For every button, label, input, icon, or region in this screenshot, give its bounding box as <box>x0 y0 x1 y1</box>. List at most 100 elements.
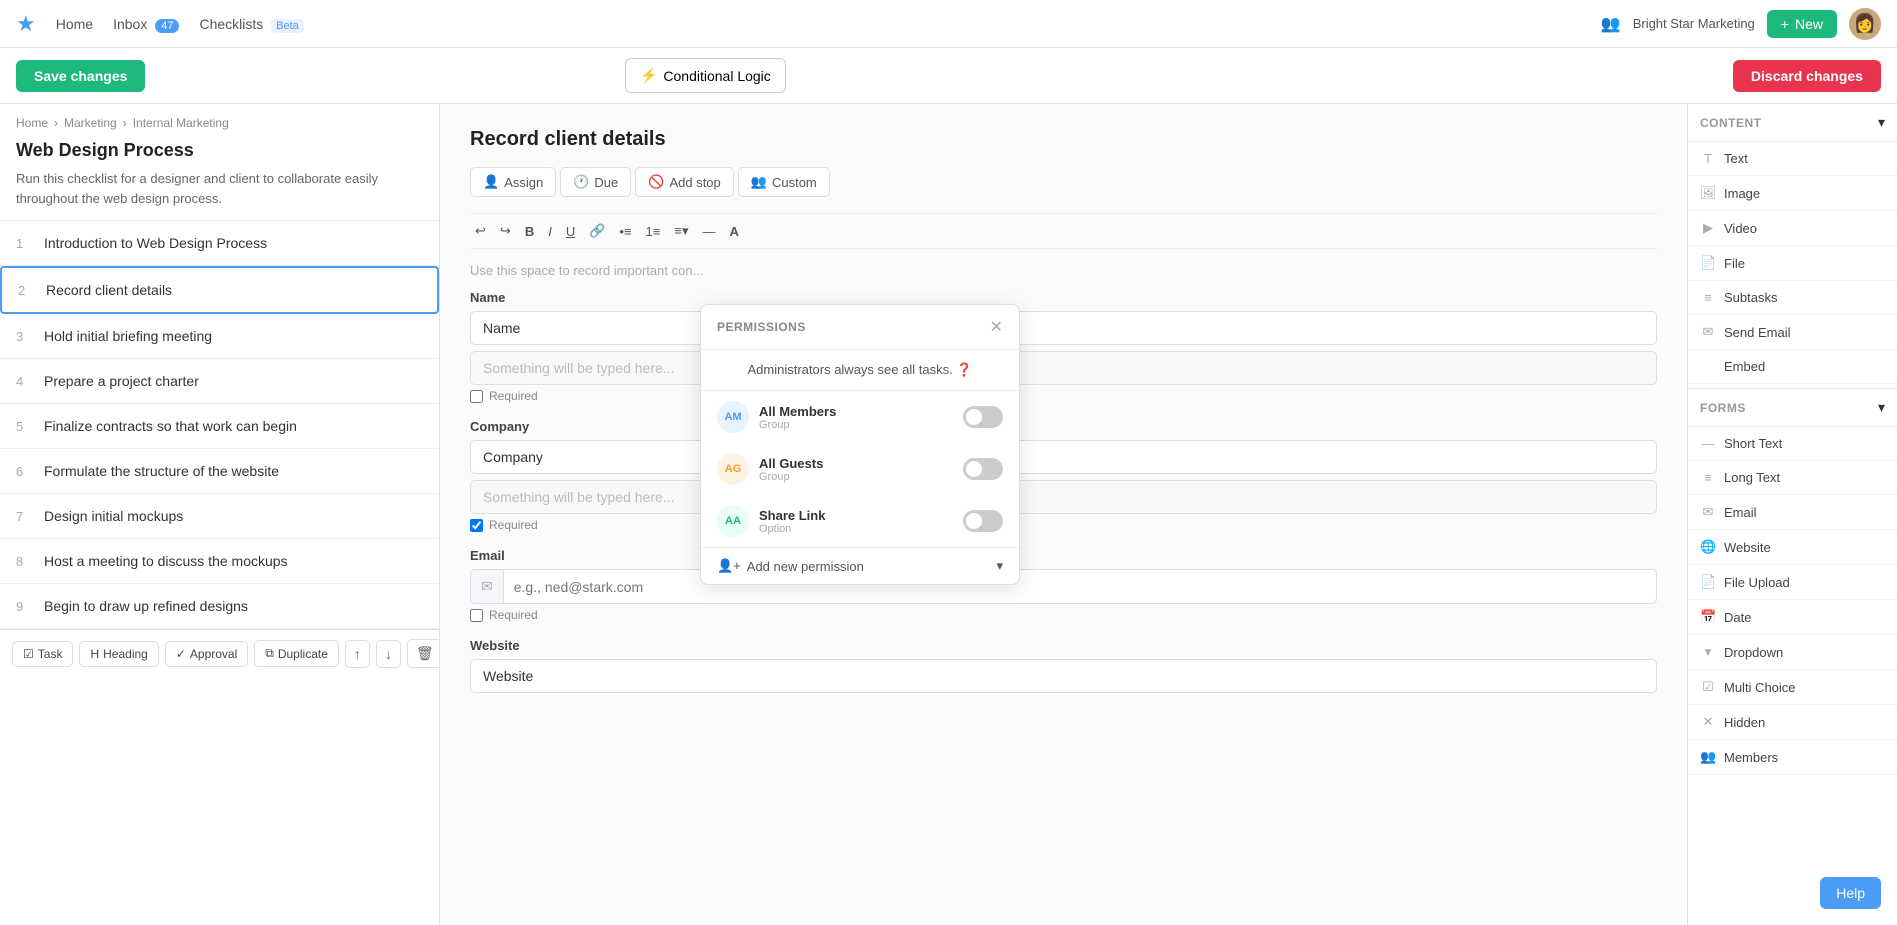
help-button[interactable]: Help <box>1820 877 1881 909</box>
approval-button[interactable]: ✓ Approval <box>165 641 248 667</box>
format-btn[interactable]: A <box>725 221 744 242</box>
chevron-down-icon: ▾ <box>996 558 1003 574</box>
align-btn[interactable]: ≡▾ <box>669 220 693 242</box>
toolbar: Save changes ⚡ Conditional Logic Discard… <box>0 48 1897 104</box>
task-row[interactable]: 6Formulate the structure of the website <box>0 449 439 494</box>
assign-button[interactable]: 👤 Assign <box>470 167 556 197</box>
stop-icon: 🚫 <box>648 174 664 190</box>
form-item-members[interactable]: 👥Members <box>1688 740 1897 775</box>
task-list: 1Introduction to Web Design Process2Reco… <box>0 220 439 629</box>
numbered-btn[interactable]: 1≡ <box>641 221 666 242</box>
content-item-subtasks[interactable]: ≡Subtasks <box>1688 281 1897 315</box>
move-up-button[interactable]: ↑ <box>345 640 370 668</box>
content-item-text[interactable]: TText <box>1688 142 1897 176</box>
form-item-short-text[interactable]: —Short Text <box>1688 427 1897 461</box>
task-row[interactable]: 3Hold initial briefing meeting <box>0 314 439 359</box>
add-permission-button[interactable]: 👤+ Add new permission ▾ <box>701 547 1019 584</box>
form-item-hidden[interactable]: ✕Hidden <box>1688 705 1897 740</box>
field-label: Email <box>470 548 1657 563</box>
chevron-down-icon2: ▾ <box>1878 399 1885 416</box>
move-down-button[interactable]: ↓ <box>376 640 401 668</box>
required-checkbox[interactable] <box>470 609 483 622</box>
task-text: Formulate the structure of the website <box>44 463 279 479</box>
link-btn[interactable]: 🔗 <box>584 220 610 242</box>
forms-section-header[interactable]: FORMS ▾ <box>1688 388 1897 427</box>
hr-btn[interactable]: — <box>698 221 721 242</box>
form-item-label: Email <box>1724 505 1757 520</box>
form-item-long-text[interactable]: ≡Long Text <box>1688 461 1897 495</box>
discard-button[interactable]: Discard changes <box>1733 60 1881 92</box>
form-item-file-upload[interactable]: 📄File Upload <box>1688 565 1897 600</box>
perm-name: Share Link <box>759 508 953 523</box>
task-row[interactable]: 8Host a meeting to discuss the mockups <box>0 539 439 584</box>
form-item-email[interactable]: ✉Email <box>1688 495 1897 530</box>
content-item-file[interactable]: 📄File <box>1688 246 1897 281</box>
permission-toggle[interactable] <box>963 406 1003 428</box>
bullet-btn[interactable]: •≡ <box>614 221 636 242</box>
field-email: Email ✉ Required <box>470 548 1657 622</box>
conditional-logic-button[interactable]: ⚡ Conditional Logic <box>625 58 786 93</box>
italic-btn[interactable]: I <box>543 221 557 242</box>
task-row[interactable]: 1Introduction to Web Design Process <box>0 221 439 266</box>
info-help-icon[interactable]: ❓ <box>956 362 972 377</box>
duplicate-button[interactable]: ⧉ Duplicate <box>254 640 339 667</box>
breadcrumb-internal[interactable]: Internal Marketing <box>133 116 229 130</box>
required-checkbox[interactable] <box>470 390 483 403</box>
content-item-image[interactable]: 🖼Image <box>1688 176 1897 211</box>
content-item-send-email[interactable]: ✉Send Email <box>1688 315 1897 350</box>
form-item-date[interactable]: 📅Date <box>1688 600 1897 635</box>
modal-info: Administrators always see all tasks. ❓ <box>701 350 1019 391</box>
custom-icon: 👥 <box>751 174 767 190</box>
add-perm-label: 👤+ Add new permission <box>717 558 864 574</box>
task-number: 3 <box>16 329 32 344</box>
nav-inbox[interactable]: Inbox 47 <box>113 16 179 32</box>
bold-btn[interactable]: B <box>520 221 539 242</box>
heading-button[interactable]: H Heading <box>79 641 158 667</box>
perm-sub: Group <box>759 471 953 483</box>
content-item-label: Send Email <box>1724 325 1790 340</box>
task-button[interactable]: ☑ Task <box>12 641 73 667</box>
nav-checklists[interactable]: Checklists Beta <box>199 16 303 32</box>
task-number: 7 <box>16 509 32 524</box>
star-icon: ★ <box>16 11 36 37</box>
modal-header: PERMISSIONS ✕ <box>701 305 1019 350</box>
task-row[interactable]: 5Finalize contracts so that work can beg… <box>0 404 439 449</box>
email-input[interactable] <box>504 571 1656 603</box>
redo-btn[interactable]: ↪ <box>495 220 516 242</box>
task-row[interactable]: 2Record client details <box>0 266 439 314</box>
breadcrumb-home[interactable]: Home <box>16 116 48 130</box>
field-placeholder[interactable]: Something will be typed here... <box>470 351 1657 385</box>
content-item-icon: 📄 <box>1700 255 1716 271</box>
form-item-website[interactable]: 🌐Website <box>1688 530 1897 565</box>
form-item-dropdown[interactable]: ▾Dropdown <box>1688 635 1897 670</box>
form-item-multi-choice[interactable]: ☑Multi Choice <box>1688 670 1897 705</box>
undo-btn[interactable]: ↩ <box>470 220 491 242</box>
save-button[interactable]: Save changes <box>16 60 145 92</box>
task-row[interactable]: 9Begin to draw up refined designs <box>0 584 439 629</box>
breadcrumb-sep1: › <box>54 116 58 130</box>
breadcrumb-marketing[interactable]: Marketing <box>64 116 117 130</box>
field-placeholder[interactable]: Something will be typed here... <box>470 480 1657 514</box>
modal-close-button[interactable]: ✕ <box>990 317 1003 337</box>
left-panel: Home › Marketing › Internal Marketing We… <box>0 104 440 925</box>
permission-toggle[interactable] <box>963 458 1003 480</box>
custom-button[interactable]: 👥 Custom <box>738 167 830 197</box>
add-stop-button[interactable]: 🚫 Add stop <box>635 167 734 197</box>
permission-toggle[interactable] <box>963 510 1003 532</box>
delete-button[interactable]: 🗑 <box>407 639 440 668</box>
task-row[interactable]: 7Design initial mockups <box>0 494 439 539</box>
content-item-video[interactable]: ▶Video <box>1688 211 1897 246</box>
task-row[interactable]: 4Prepare a project charter <box>0 359 439 404</box>
content-item-embed[interactable]: Embed <box>1688 350 1897 384</box>
perm-info: All Members Group <box>759 404 953 431</box>
due-button[interactable]: 🕐 Due <box>560 167 631 197</box>
required-checkbox[interactable] <box>470 519 483 532</box>
content-item-icon: T <box>1700 151 1716 166</box>
nav-home[interactable]: Home <box>56 16 93 32</box>
new-button[interactable]: + New <box>1767 10 1837 38</box>
underline-btn[interactable]: U <box>561 221 580 242</box>
content-section-header[interactable]: CONTENT ▾ <box>1688 104 1897 142</box>
task-header: Record client details <box>470 128 1657 151</box>
duplicate-icon: ⧉ <box>265 646 274 661</box>
avatar[interactable]: 👩 <box>1849 8 1881 40</box>
